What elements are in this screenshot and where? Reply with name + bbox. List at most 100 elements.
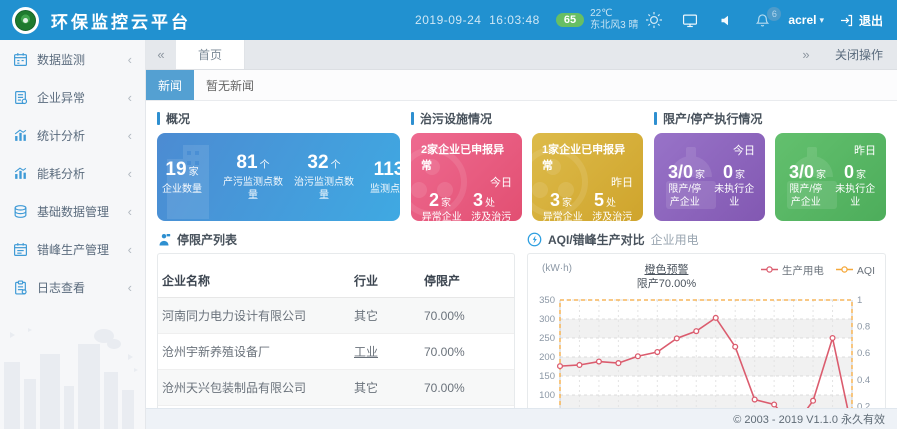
header-time: 16:03:48: [489, 13, 540, 27]
tab-bar: « 首页 » 关闭操作: [146, 40, 897, 70]
app-logo-icon: [12, 7, 39, 34]
weather-sky: 晴: [628, 20, 638, 31]
chevron-left-icon: ‹: [128, 53, 132, 66]
sidebar-item-base-data[interactable]: 基础数据管理 ‹: [0, 192, 145, 230]
svg-text:350: 350: [539, 295, 555, 306]
header-date: 2019-09-24: [415, 13, 481, 27]
tabs-scroll-right-button[interactable]: »: [791, 47, 821, 62]
sidebar-item-label: 统计分析: [37, 127, 85, 144]
svg-text:150: 150: [539, 371, 555, 382]
page: 环保监控云平台 2019-09-24 16:03:48 65 22℃ 东北风3 …: [0, 0, 897, 429]
news-label: 新闻: [146, 70, 194, 100]
notifications-button[interactable]: 6: [752, 10, 772, 30]
legend-item-aqi[interactable]: AQI: [836, 265, 875, 277]
svg-text:100: 100: [539, 390, 555, 401]
aqi-chart-title: AQI/错峰生产对比 企业用电: [527, 231, 886, 248]
user-menu[interactable]: acrel ▾: [788, 13, 824, 27]
header-datetime: 2019-09-24 16:03:48: [415, 13, 540, 27]
limit-list-table: 企业名称 行业 停限产 河南同力电力设计有限公司 其它: [158, 264, 514, 406]
table-row: 河南同力电力设计有限公司 其它 70.00%: [158, 298, 514, 334]
y-axis-unit-label: (kW·h): [542, 263, 572, 274]
calendar-grid-icon: [13, 52, 28, 67]
overview-stat-pollution-points: 81个 产污监测点数量: [222, 152, 284, 202]
logout-label: 退出: [859, 12, 883, 29]
svg-text:0.6: 0.6: [857, 348, 870, 359]
table-row: 沧州宇新养殖设备厂 工业 70.00%: [158, 334, 514, 370]
chevron-left-icon: ‹: [128, 243, 132, 256]
news-bar: 新闻 暂无新闻: [146, 70, 897, 101]
chevron-left-icon: ‹: [128, 167, 132, 180]
power-circle-icon: [527, 232, 542, 247]
table-header-row: 企业名称 行业 停限产: [158, 264, 514, 298]
svg-text:0.8: 0.8: [857, 321, 870, 332]
sidebar-item-energy-analysis[interactable]: 能耗分析 ‹: [0, 154, 145, 192]
table-row: 沧州天兴包装制品有限公司 其它 70.00%: [158, 370, 514, 406]
sidebar-item-log-view[interactable]: 日志查看 ‹: [0, 268, 145, 306]
overview-card[interactable]: 19家 企业数量 81个 产污监测点数量 32个 治污监测点数量: [157, 133, 400, 221]
sidebar-item-data-monitoring[interactable]: 数据监测 ‹: [0, 40, 145, 78]
section-bar-icon: [654, 112, 657, 125]
chevron-left-icon: ‹: [128, 91, 132, 104]
close-operations-button[interactable]: 关闭操作: [821, 46, 897, 63]
logout-button[interactable]: 退出: [840, 12, 883, 29]
city-skyline-watermark: [0, 324, 145, 429]
dashboard-content: 概况 19家 企业数量 81个 产污监测点数量: [146, 101, 897, 429]
weather-temperature: 22℃: [590, 8, 612, 19]
speaker-icon[interactable]: [716, 10, 736, 30]
sidebar-item-enterprise-anomaly[interactable]: 企业异常 ‹: [0, 78, 145, 116]
section-title-production: 限产/停产执行情况: [654, 110, 886, 127]
aqi-production-line-chart[interactable]: 05010015020025030035000.20.40.60.81: [528, 294, 880, 413]
cell-company-name: 沧州宇新养殖设备厂: [158, 334, 350, 370]
treatment-card-today[interactable]: 2家企业已申报异常 今日 2家 3处 异常企业 涉及治污设施: [411, 133, 522, 221]
cell-company-name: 河南同力电力设计有限公司: [158, 298, 350, 334]
section-title-treatment: 治污设施情况: [411, 110, 643, 127]
overview-stat-monitor-points: 113个 监测点数量: [364, 159, 400, 196]
cell-company-name: 沧州天兴包装制品有限公司: [158, 370, 350, 406]
svg-text:200: 200: [539, 352, 555, 363]
limit-list-title: 停限产列表: [157, 231, 515, 248]
sidebar: 数据监测 ‹ 企业异常 ‹ 统计分析 ‹ 能耗分析 ‹ 基础数据管理 ‹: [0, 40, 146, 429]
notification-count-badge: 6: [767, 7, 781, 21]
sidebar-item-statistics[interactable]: 统计分析 ‹: [0, 116, 145, 154]
treatment-card-yesterday[interactable]: 1家企业已申报异常 昨日 3家 5处 异常企业 涉及治污设施: [532, 133, 643, 221]
svg-text:300: 300: [539, 314, 555, 325]
cell-industry[interactable]: 工业: [350, 334, 420, 370]
legend-item-production-power[interactable]: 生产用电: [761, 263, 824, 278]
production-card-yesterday[interactable]: 昨日 3/0家 0家 限产/停产企业 未执行企业: [775, 133, 886, 221]
column-header-name: 企业名称: [158, 264, 350, 298]
weather-widget: 65 22℃ 东北风3 晴: [556, 8, 665, 33]
section-title-overview: 概况: [157, 110, 400, 127]
cell-industry: 其它: [350, 370, 420, 406]
tab-home[interactable]: 首页: [176, 40, 245, 69]
sidebar-item-label: 企业异常: [37, 89, 85, 106]
log-clipboard-icon: [13, 280, 28, 295]
cell-industry: 其它: [350, 298, 420, 334]
monitor-icon[interactable]: [680, 10, 700, 30]
svg-text:250: 250: [539, 333, 555, 344]
footer: © 2003 - 2019 V1.1.0 永久有效: [146, 408, 897, 429]
svg-text:0.4: 0.4: [857, 374, 870, 385]
line-marker-icon: [761, 265, 778, 277]
database-icon: [13, 204, 28, 219]
overview-stat-enterprises: 19家 企业数量: [157, 159, 213, 196]
column-header-percent: 停限产: [420, 264, 514, 298]
username: acrel: [788, 13, 816, 27]
aqi-value-badge: 65: [556, 13, 584, 27]
svg-text:1: 1: [857, 295, 862, 306]
bar-chart-icon: [13, 166, 28, 181]
bar-chart-icon: [13, 128, 28, 143]
cell-percent: 70.00%: [420, 370, 514, 406]
production-card-today[interactable]: 今日 3/0家 0家 限产/停产企业 未执行企业: [654, 133, 765, 221]
column-header-industry: 行业: [350, 264, 420, 298]
sidebar-item-label: 数据监测: [37, 51, 85, 68]
logout-icon: [840, 13, 854, 27]
sun-icon: [644, 10, 664, 30]
header-controls: 2019-09-24 16:03:48 65 22℃ 东北风3 晴: [415, 8, 883, 33]
chevron-down-icon: ▾: [819, 15, 824, 26]
chevron-left-icon: ‹: [128, 205, 132, 218]
tabs-scroll-left-button[interactable]: «: [146, 40, 176, 69]
sidebar-item-label: 日志查看: [37, 279, 85, 296]
sidebar-item-label: 错峰生产管理: [37, 241, 109, 258]
cell-percent: 70.00%: [420, 298, 514, 334]
sidebar-item-peak-production[interactable]: 错峰生产管理 ‹: [0, 230, 145, 268]
